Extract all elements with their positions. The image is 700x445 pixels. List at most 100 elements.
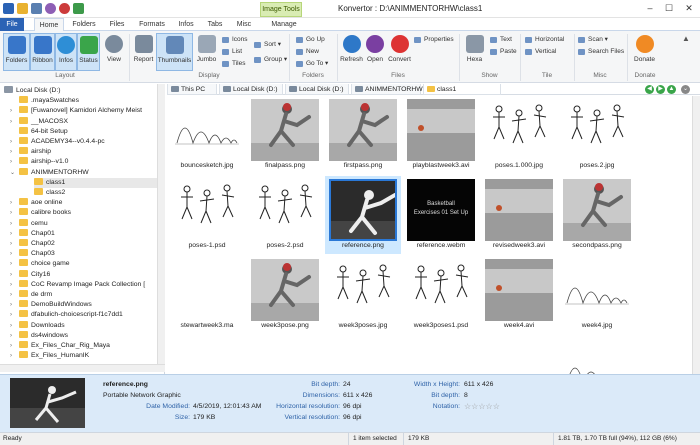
tab-tabs[interactable]: Tabs (205, 18, 225, 31)
tab-misc[interactable]: Misc (233, 18, 255, 31)
donate-button[interactable]: Donate (631, 33, 658, 71)
convert-button[interactable]: Convert (386, 33, 413, 71)
text-button[interactable]: Text (490, 35, 512, 45)
file-thumbnail[interactable]: poses.2.jpg (559, 96, 635, 174)
collapsed-chevron-icon[interactable]: › (10, 280, 12, 290)
file-thumbnail[interactable]: bouncesketch.jpg (169, 96, 245, 174)
tree-item[interactable]: › Chap01 (10, 228, 164, 239)
thumbnails-button[interactable]: Thumbnails (156, 33, 193, 71)
go-up-button[interactable]: Go Up (296, 35, 325, 45)
tree-item[interactable]: › Downloads (10, 320, 164, 331)
tab-formats[interactable]: Formats (137, 18, 167, 31)
tree-item[interactable]: › dfabulich-choicescript-f1c7dd1 (10, 310, 164, 320)
file-thumbnail[interactable]: poses-2.psd (247, 176, 323, 254)
breadcrumb-item[interactable]: ANIMMENTORHW (351, 84, 423, 95)
file-thumbnail[interactable]: secondpass.png (559, 176, 635, 254)
tree-item[interactable]: ⌄ ANIMMENTORHW (10, 167, 164, 178)
collapsed-chevron-icon[interactable]: › (10, 351, 12, 361)
file-thumbnail[interactable] (247, 336, 323, 374)
jumbo-button[interactable]: Jumbo (194, 33, 219, 71)
collapsed-chevron-icon[interactable]: › (10, 259, 12, 269)
refresh-button[interactable]: Refresh (339, 33, 364, 71)
tree-item[interactable]: › airship (10, 147, 164, 157)
collapsed-chevron-icon[interactable]: › (10, 198, 12, 208)
file-thumbnail[interactable]: Basketball Exercises 01 Set Up reference.w… (403, 176, 479, 254)
quick-convert-icon[interactable] (59, 3, 70, 14)
collapsed-chevron-icon[interactable]: › (10, 208, 12, 218)
tab-manage[interactable]: Manage (268, 18, 300, 31)
tile-horizontal-button[interactable]: Horizontal (525, 35, 564, 45)
file-thumbnail[interactable]: week3pose.png (247, 256, 323, 334)
tiles-button[interactable]: Tiles (222, 59, 245, 69)
dropdown-icon[interactable]: ⌄ (681, 85, 690, 94)
file-thumbnail[interactable]: week3poses1.psd (403, 256, 479, 334)
tree-item[interactable]: › de drm (10, 290, 164, 300)
tab-home[interactable]: Home (34, 18, 64, 31)
collapsed-chevron-icon[interactable]: › (10, 106, 12, 116)
open-button[interactable]: Open (364, 33, 386, 71)
tree-item[interactable]: › airship--v1.0 (10, 157, 164, 167)
ribbon-collapse-icon[interactable]: ▲ (682, 34, 690, 43)
tree-item[interactable]: › Ex_Files_HumanIK (10, 351, 164, 361)
go-to-dropdown[interactable]: Go To ▾ (296, 59, 328, 69)
collapsed-chevron-icon[interactable]: › (10, 137, 12, 147)
back-icon[interactable]: ◀ (645, 85, 654, 94)
file-thumbnail[interactable] (325, 336, 401, 374)
rating-stars[interactable]: ☆☆☆☆☆ (464, 402, 500, 411)
ribbon-toggle-button[interactable]: Ribbon (30, 33, 55, 71)
tree-item[interactable]: › DemoBuildWindows (10, 300, 164, 310)
up-icon[interactable]: ▲ (667, 85, 676, 94)
tree-item[interactable]: class1 (34, 177, 164, 188)
collapsed-chevron-icon[interactable]: › (10, 270, 12, 280)
new-folder-button[interactable]: New (296, 47, 319, 57)
collapsed-chevron-icon[interactable]: › (10, 157, 12, 167)
file-thumbnail[interactable] (403, 336, 479, 374)
file-thumbnail[interactable]: poses.1.000.jpg (481, 96, 557, 174)
tree-item[interactable]: ⌄Local Disk (D:) (0, 86, 164, 96)
tile-vertical-button[interactable]: Vertical (525, 47, 556, 57)
tab-files[interactable]: Files (106, 18, 128, 31)
properties-button[interactable]: Properties (414, 35, 454, 45)
file-thumbnail[interactable]: poses-1.psd (169, 176, 245, 254)
tab-folders[interactable]: Folders (70, 18, 98, 31)
tree-item[interactable]: › __MACOSX (10, 116, 164, 127)
file-thumbnail[interactable]: reference.png (325, 176, 401, 254)
tree-item[interactable]: .mayaSwatches (19, 96, 164, 106)
breadcrumb-item[interactable]: Local Disk (D:) (285, 84, 349, 95)
folder-tree[interactable]: ⌄Local Disk (D:).mayaSwatches›[Fuwanovel… (0, 84, 165, 374)
collapsed-chevron-icon[interactable]: › (10, 300, 12, 310)
file-thumbnail[interactable] (559, 336, 635, 374)
tree-item[interactable]: › ACADEMY34--v0.4.4-pc (10, 137, 164, 147)
file-thumbnail[interactable]: week3poses.jpg (325, 256, 401, 334)
tree-item[interactable]: 64-bit Setup (19, 126, 164, 137)
group-dropdown[interactable]: Group ▾ (254, 55, 287, 65)
collapsed-chevron-icon[interactable]: › (10, 341, 12, 351)
thumbnail-grid[interactable]: bouncesketch.jpg finalpass.png firstpass.p… (167, 96, 692, 374)
folders-toggle-button[interactable]: Folders (3, 33, 30, 71)
collapsed-chevron-icon[interactable]: › (10, 310, 12, 320)
quick-folder-icon[interactable] (17, 3, 28, 14)
tree-item[interactable]: › City16 (10, 269, 164, 280)
file-thumbnail[interactable] (481, 336, 557, 374)
tab-infos[interactable]: Infos (174, 18, 198, 31)
infos-toggle-button[interactable]: Infos (55, 33, 77, 71)
tab-file[interactable]: File (0, 18, 24, 31)
status-toggle-button[interactable]: Status (77, 33, 100, 71)
collapsed-chevron-icon[interactable]: › (10, 331, 12, 341)
collapsed-chevron-icon[interactable]: › (10, 219, 12, 229)
file-thumbnail[interactable] (169, 336, 245, 374)
collapsed-chevron-icon[interactable]: › (10, 229, 12, 239)
collapsed-chevron-icon[interactable]: › (10, 321, 12, 331)
collapsed-chevron-icon[interactable]: › (10, 249, 12, 259)
file-thumbnail[interactable]: week4.avi (481, 256, 557, 334)
collapsed-chevron-icon[interactable]: › (10, 239, 12, 249)
collapsed-chevron-icon[interactable]: › (10, 147, 12, 157)
quick-view-icon[interactable] (45, 3, 56, 14)
paste-button[interactable]: Paste (490, 47, 517, 57)
tree-item[interactable]: › Chap02 (10, 239, 164, 249)
tree-item[interactable]: › CoC Revamp Image Pack Collection [ (10, 279, 164, 290)
file-thumbnail[interactable]: firstpass.png (325, 96, 401, 174)
image-tools-context-tab[interactable]: Image Tools (260, 2, 302, 17)
tree-horizontal-scrollbar[interactable] (0, 364, 165, 372)
icons-button[interactable]: Icons (222, 35, 248, 45)
